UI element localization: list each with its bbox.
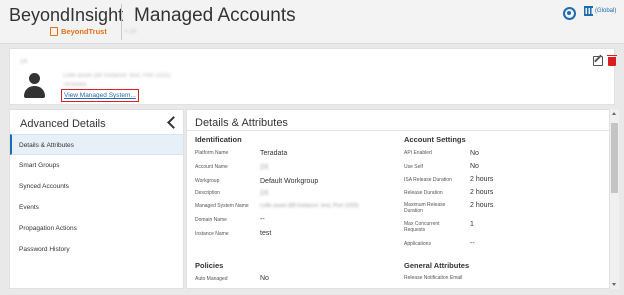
view-managed-system-link[interactable]: View Managed System...: [61, 89, 139, 102]
advanced-details-title: Advanced Details: [20, 118, 106, 130]
beyondtrust-logo-icon: [50, 27, 58, 36]
max-release-duration-value: 2 hours: [470, 202, 494, 209]
max-concurrent-requests-value: 1: [470, 221, 474, 228]
account-name: 2X: [20, 59, 28, 65]
advanced-details-nav: Details & Attributes Smart Groups Synced…: [10, 134, 183, 260]
field-label: Applications: [404, 241, 431, 247]
workgroup-value: Default Workgroup: [260, 178, 319, 185]
platform-name-value: Teradata: [260, 150, 288, 157]
breadcrumb[interactable]: > 2X: [124, 29, 137, 35]
description-value: 2X: [260, 190, 269, 197]
header-divider: [121, 4, 122, 40]
field-label: Release Duration: [404, 190, 443, 196]
divider: [187, 130, 609, 131]
api-enabled-value: No: [470, 150, 479, 157]
account-summary-card: 2X Lolle asset (88 Instance: test, Port …: [9, 48, 617, 105]
nav-item-events[interactable]: Events: [10, 197, 183, 218]
brand-logo[interactable]: BeyondTrust: [50, 27, 107, 36]
user-circle-icon[interactable]: [563, 7, 576, 20]
field-label: Domain Name: [195, 217, 227, 223]
vertical-scrollbar[interactable]: [610, 109, 619, 289]
bank-icon: [584, 6, 593, 16]
details-attributes-panel: Details & Attributes Identification Plat…: [186, 109, 610, 289]
edit-icon[interactable]: [593, 56, 603, 66]
field-label: Max Concurrent Requests: [404, 221, 440, 233]
field-label: Release Notification Email: [404, 275, 463, 281]
release-duration-value: 2 hours: [470, 189, 494, 196]
scroll-down-icon[interactable]: [612, 283, 616, 286]
field-label: Managed System Name: [195, 203, 249, 209]
scroll-up-icon[interactable]: [612, 112, 616, 115]
auto-managed-value: No: [260, 275, 269, 282]
field-label: Account Name: [195, 164, 228, 170]
brand-title: BeyondInsight: [9, 5, 124, 25]
managed-system-name-value: Lolle asset (88 Instance: test, Port 102…: [260, 203, 359, 209]
field-label: Instance Name: [195, 231, 229, 237]
field-label: Workgroup: [195, 178, 220, 184]
field-label: ISA Release Duration: [404, 177, 452, 183]
isa-release-duration-value: 2 hours: [470, 176, 494, 183]
avatar-body: [24, 86, 45, 98]
app-header: BeyondInsight BeyondTrust Managed Accoun…: [0, 0, 624, 44]
nav-item-details-attributes[interactable]: Details & Attributes: [10, 134, 183, 155]
general-attributes-heading: General Attributes: [404, 261, 470, 270]
chevron-left-icon[interactable]: [167, 116, 180, 129]
global-scope-link[interactable]: (Global): [584, 6, 616, 16]
avatar: [29, 73, 40, 84]
instance-name-value: test: [260, 230, 272, 237]
advanced-details-panel: Advanced Details Details & Attributes Sm…: [9, 109, 184, 289]
scroll-thumb[interactable]: [611, 123, 618, 193]
nav-item-password-history[interactable]: Password History: [10, 239, 183, 260]
nav-item-propagation-actions[interactable]: Propagation Actions: [10, 218, 183, 239]
field-label: Maximum Release Duration: [404, 202, 446, 214]
field-label: Use Self: [404, 164, 423, 170]
account-name-value: 2X: [260, 164, 269, 171]
account-description: Lolle asset (88 Instance: test, Port 102…: [63, 73, 171, 79]
field-label: Platform Name: [195, 150, 229, 156]
details-title: Details & Attributes: [195, 117, 288, 129]
policies-heading: Policies: [195, 261, 224, 270]
applications-value: --: [470, 240, 475, 247]
global-label: (Global): [595, 8, 617, 14]
use-self-value: No: [470, 163, 479, 170]
field-label: Description: [195, 190, 221, 196]
account-settings-heading: Account Settings: [404, 135, 466, 144]
field-label: Auto Managed: [195, 276, 228, 282]
identification-heading: Identification: [195, 135, 242, 144]
page-title: Managed Accounts: [134, 5, 296, 26]
domain-name-value: --: [260, 216, 265, 223]
nav-item-smart-groups[interactable]: Smart Groups: [10, 155, 183, 176]
trash-icon[interactable]: [607, 54, 617, 66]
nav-item-synced-accounts[interactable]: Synced Accounts: [10, 176, 183, 197]
brand-logo-text: BeyondTrust: [61, 27, 107, 36]
account-platform: Teradata: [63, 82, 87, 88]
field-label: API Enabled: [404, 150, 432, 156]
